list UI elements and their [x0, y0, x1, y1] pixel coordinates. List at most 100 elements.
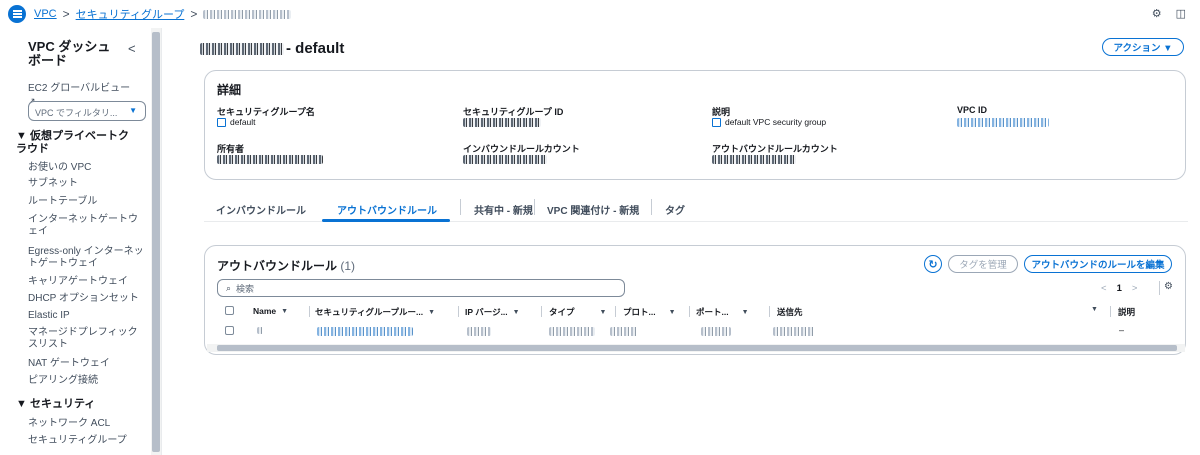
actions-button[interactable]: アクション ▼ [1102, 38, 1184, 56]
row-protocol-redacted [610, 327, 638, 336]
edit-outbound-rules-button[interactable]: アウトバウンドのルールを編集 [1024, 255, 1172, 273]
sort-icon: ▼ [512, 308, 520, 316]
breadcrumb-security-groups[interactable]: セキュリティグループ [76, 6, 185, 22]
sidebar-scrollbar[interactable] [151, 28, 161, 455]
sidebar-item-security-groups[interactable]: セキュリティグループ [28, 435, 140, 447]
col-divider [541, 306, 542, 317]
manage-tags-button[interactable]: タグを管理 [948, 255, 1018, 273]
col-sg-rule-id[interactable]: セキュリティグループルー... ▼ [315, 306, 435, 318]
col-protocol[interactable]: プロト... ▼ [623, 306, 676, 318]
sidebar-item-igw[interactable]: インターネットゲートウェイ [28, 214, 143, 238]
breadcrumb-separator: > [62, 7, 70, 21]
collapse-icon[interactable]: < [128, 41, 136, 56]
col-description[interactable]: 説明 [1118, 306, 1135, 318]
row-description: – [1119, 325, 1125, 335]
tab-sharing[interactable]: 共有中 - 新規 [474, 202, 533, 217]
breadcrumb-separator: > [190, 7, 198, 21]
sidebar-section-vpc[interactable]: ▼ 仮想プライベートクラウド [16, 130, 136, 156]
col-destination-sort[interactable]: ▼ [1091, 306, 1098, 313]
col-divider [309, 306, 310, 317]
inbound-count-label: インバウンドルールカウント [463, 144, 580, 154]
sidebar-item-dhcp[interactable]: DHCP オプションセット [28, 293, 140, 305]
select-all-checkbox[interactable] [225, 306, 234, 315]
pagination: < 1 > [1101, 283, 1137, 294]
sg-name-text: default [230, 117, 256, 127]
sg-id-label: セキュリティグループ ID [463, 107, 564, 117]
tab-tags[interactable]: タグ [665, 202, 685, 217]
breadcrumb-vpc[interactable]: VPC [34, 8, 57, 20]
details-title: 詳細 [217, 83, 242, 97]
sidebar-section-security[interactable]: ▼ セキュリティ [16, 398, 136, 411]
vpc-id-label: VPC ID [957, 105, 988, 115]
owner-label: 所有者 [217, 144, 245, 154]
tab-divider [534, 199, 535, 215]
copy-icon[interactable] [712, 117, 721, 127]
sidebar-item-elastic-ip[interactable]: Elastic IP [28, 310, 140, 322]
sidebar-item-nat-gw[interactable]: NAT ゲートウェイ [28, 358, 140, 370]
owner-redacted [217, 155, 323, 164]
sidebar-item-egress-igw[interactable]: Egress-only インターネットゲートウェイ [28, 246, 146, 270]
sort-icon: ▼ [281, 307, 289, 315]
sidebar-item-peering[interactable]: ピアリング接続 [28, 375, 140, 387]
rules-search-input[interactable]: ⌕ 検索 [217, 279, 625, 297]
rules-title-text: アウトバウンドルール [217, 259, 338, 273]
sidebar-item-route-tables[interactable]: ルートテーブル [28, 196, 140, 208]
sg-name-value: default [217, 117, 256, 127]
sg-id-redacted [463, 118, 541, 127]
outbound-rules-panel: アウトバウンドルール (1) ↻ タグを管理 アウトバウンドのルールを編集 ⌕ 検… [204, 245, 1186, 355]
sg-name-redacted [200, 42, 284, 55]
page-title: - default [200, 40, 344, 57]
row-rule-id-redacted[interactable] [317, 327, 413, 336]
col-divider [1110, 306, 1111, 317]
tab-outbound[interactable]: アウトバウンドルール [337, 202, 437, 217]
col-label: プロト... [623, 307, 656, 317]
refresh-button[interactable]: ↻ [924, 255, 942, 273]
breadcrumb-current-redacted [203, 9, 292, 19]
table-horizontal-scrollbar[interactable] [207, 344, 1185, 352]
sidebar-item-prefix-list[interactable]: マネージドプレフィックスリスト [28, 327, 140, 351]
menu-icon[interactable] [8, 5, 26, 23]
col-divider [689, 306, 690, 317]
row-destination-redacted [773, 327, 815, 336]
vpc-id-link-redacted[interactable] [957, 118, 1049, 127]
col-label: 送信先 [777, 307, 803, 317]
sort-icon: ▼ [668, 308, 676, 316]
tab-bar: インバウンドルール アウトバウンドルール 共有中 - 新規 VPC 関連付け -… [204, 194, 1188, 222]
sidebar-item-subnets[interactable]: サブネット [28, 178, 140, 190]
col-label: セキュリティグループルー... [315, 307, 424, 317]
sidebar-title[interactable]: VPC ダッシュボード [28, 40, 118, 68]
col-name[interactable]: Name ▼ [253, 306, 288, 316]
col-label: 説明 [1118, 307, 1136, 317]
col-port[interactable]: ポート... ▼ [696, 306, 749, 318]
search-icon: ⌕ [226, 282, 232, 293]
outbound-count-label: アウトバウンドルールカウント [712, 144, 838, 154]
copy-icon[interactable] [217, 117, 226, 127]
sort-icon: ▼ [428, 308, 436, 316]
col-divider [769, 306, 770, 317]
sidebar-item-network-acl[interactable]: ネットワーク ACL [28, 418, 140, 430]
tab-vpc-associations[interactable]: VPC 関連付け - 新規 [547, 202, 639, 217]
row-port-redacted [701, 327, 731, 336]
vpc-filter-select[interactable]: VPC でフィルタリ... ▼ [28, 101, 146, 121]
col-label: Name [253, 306, 277, 316]
col-type[interactable]: タイプ ▼ [549, 306, 606, 318]
comment-icon[interactable]: ◫ [1176, 7, 1186, 20]
current-page[interactable]: 1 [1117, 283, 1122, 294]
sidebar-item-your-vpcs[interactable]: お使いの VPC [28, 162, 140, 174]
rules-count: (1) [340, 259, 356, 273]
table-settings-icon[interactable]: ⚙ [1159, 281, 1173, 295]
sidebar: VPC ダッシュボード < EC2 グローバルビュー ↗ VPC でフィルタリ.… [0, 28, 162, 455]
tab-inbound[interactable]: インバウンドルール [216, 202, 306, 217]
next-page-icon[interactable]: > [1132, 283, 1138, 294]
row-type-redacted [549, 327, 595, 336]
sidebar-item-carrier-gw[interactable]: キャリアゲートウェイ [28, 276, 140, 288]
col-ip-version[interactable]: IP バージ... ▼ [465, 306, 520, 318]
settings-icon[interactable]: ⚙ [1152, 7, 1162, 20]
col-destination[interactable]: 送信先 [777, 306, 803, 318]
details-panel: 詳細 セキュリティグループ名 default セキュリティグループ ID 説明 … [204, 70, 1186, 180]
row-ip-version-redacted [467, 327, 491, 336]
active-tab-indicator [322, 219, 450, 222]
prev-page-icon[interactable]: < [1101, 283, 1107, 294]
row-checkbox[interactable] [225, 326, 234, 335]
col-label: タイプ [549, 307, 575, 317]
